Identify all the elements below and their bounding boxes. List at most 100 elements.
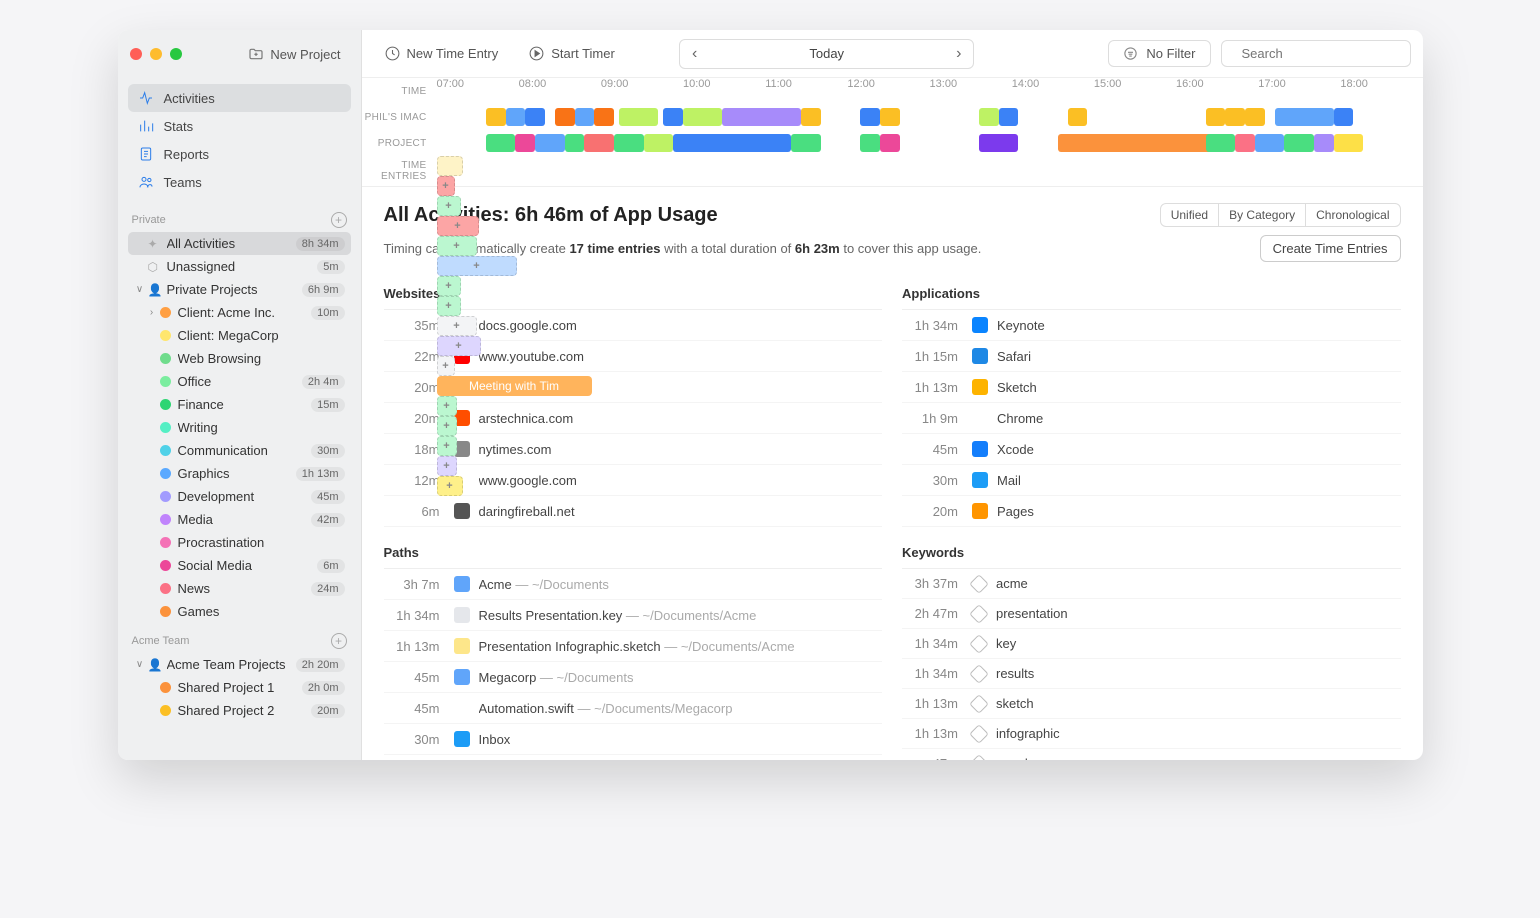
timeline-segment[interactable] (860, 108, 880, 126)
list-row[interactable]: 47mgoogle (902, 749, 1401, 760)
timeline-segment[interactable] (791, 134, 821, 152)
search-input[interactable] (1242, 46, 1418, 61)
timeline-segment[interactable] (1225, 108, 1245, 126)
close-button[interactable] (130, 48, 142, 60)
time-entry-suggestion[interactable]: + (437, 256, 517, 276)
timeline-segment[interactable] (1206, 108, 1226, 126)
project-item[interactable]: ›Client: Acme Inc.10m (128, 301, 351, 324)
timeline-segment[interactable] (535, 134, 565, 152)
nav-stats[interactable]: Stats (128, 112, 351, 140)
time-entry-suggestion[interactable]: + (437, 336, 481, 356)
seg-unified[interactable]: Unified (1161, 204, 1219, 226)
project-item[interactable]: Social Media6m (128, 554, 351, 577)
timeline-segment[interactable] (594, 108, 614, 126)
list-row[interactable]: 3h 7mAcme — ~/Documents (384, 569, 883, 600)
project-item[interactable]: Games (128, 600, 351, 623)
list-row[interactable]: 3h 37macme (902, 569, 1401, 599)
project-item[interactable]: ∨👤Acme Team Projects2h 20m (128, 653, 351, 676)
timeline-segment[interactable] (506, 108, 526, 126)
project-item[interactable]: ⬡Unassigned5m (128, 255, 351, 278)
list-row[interactable]: 20mPages (902, 496, 1401, 527)
time-entry-suggestion[interactable]: + (437, 396, 457, 416)
timeline-segment[interactable] (722, 108, 801, 126)
timeline-segment[interactable] (1058, 134, 1216, 152)
timeline-segment[interactable] (486, 134, 516, 152)
minimize-button[interactable] (150, 48, 162, 60)
nav-reports[interactable]: Reports (128, 140, 351, 168)
timeline-segment[interactable] (1245, 108, 1265, 126)
nav-activities[interactable]: Activities (128, 84, 351, 112)
search-box[interactable] (1221, 40, 1411, 67)
time-entry-suggestion[interactable]: + (437, 276, 461, 296)
timeline-segment[interactable] (1206, 134, 1236, 152)
time-entry-meeting[interactable]: Meeting with Tim (437, 376, 592, 396)
timeline-segment[interactable] (683, 108, 722, 126)
list-row[interactable]: 45mMegacorp — ~/Documents (384, 662, 883, 693)
date-next-button[interactable]: › (944, 40, 973, 68)
date-prev-button[interactable]: ‹ (680, 40, 709, 68)
list-row[interactable]: 2h 47mpresentation (902, 599, 1401, 629)
list-row[interactable]: 30mjohn@acme.com — Inbox (384, 755, 883, 760)
timeline-segment[interactable] (525, 108, 545, 126)
list-row[interactable]: 1h 34mresults (902, 659, 1401, 689)
project-item[interactable]: Client: MegaCorp (128, 324, 351, 347)
project-item[interactable]: Development45m (128, 485, 351, 508)
project-item[interactable]: Writing (128, 416, 351, 439)
time-entry-suggestion[interactable]: + (437, 356, 455, 376)
timeline-segment[interactable] (1255, 134, 1285, 152)
list-row[interactable]: 18mnytimes.com (384, 434, 883, 465)
list-row[interactable]: 30mInbox (384, 724, 883, 755)
project-item[interactable]: ∨👤Private Projects6h 9m (128, 278, 351, 301)
project-item[interactable]: ✦All Activities8h 34m (128, 232, 351, 255)
maximize-button[interactable] (170, 48, 182, 60)
timeline-segment[interactable] (880, 134, 900, 152)
timeline-segment[interactable] (565, 134, 585, 152)
time-entry-suggestion[interactable]: + (437, 296, 461, 316)
list-row[interactable]: 1h 13mPresentation Infographic.sketch — … (384, 631, 883, 662)
time-entry-suggestion[interactable]: + (437, 456, 457, 476)
list-row[interactable]: 1h 13minfographic (902, 719, 1401, 749)
timeline-segment[interactable] (1334, 108, 1354, 126)
timeline-segment[interactable] (1314, 134, 1334, 152)
new-project-button[interactable]: New Project (240, 42, 348, 66)
list-row[interactable]: 1h 13msketch (902, 689, 1401, 719)
list-row[interactable]: 1h 13mSketch (902, 372, 1401, 403)
project-item[interactable]: Procrastination (128, 531, 351, 554)
time-entry-suggestion[interactable]: + (437, 476, 463, 496)
timeline-segment[interactable] (979, 134, 1018, 152)
new-time-entry-button[interactable]: New Time Entry (374, 40, 509, 67)
filter-button[interactable]: No Filter (1108, 40, 1210, 67)
timeline-segment[interactable] (486, 108, 506, 126)
list-row[interactable]: 30mMail (902, 465, 1401, 496)
list-row[interactable]: 45mAutomation.swift — ~/Documents/Megaco… (384, 693, 883, 724)
create-time-entries-button[interactable]: Create Time Entries (1260, 235, 1401, 262)
timeline-segment[interactable] (801, 108, 821, 126)
timeline-segment[interactable] (1284, 134, 1314, 152)
timeline-segment[interactable] (999, 108, 1019, 126)
project-track[interactable] (437, 130, 1423, 156)
timeline-segment[interactable] (860, 134, 880, 152)
time-entry-suggestion[interactable]: + (437, 216, 479, 236)
timeline-segment[interactable] (1235, 134, 1255, 152)
timeline-segment[interactable] (663, 108, 683, 126)
add-private-button[interactable]: + (331, 212, 347, 228)
timeline-segment[interactable] (673, 134, 791, 152)
project-item[interactable]: Shared Project 12h 0m (128, 676, 351, 699)
list-row[interactable]: 1h 9mChrome (902, 403, 1401, 434)
timeline-segment[interactable] (880, 108, 900, 126)
timeline-segment[interactable] (575, 108, 595, 126)
date-label[interactable]: Today (709, 41, 944, 66)
time-entry-suggestion[interactable] (437, 156, 463, 176)
timeline-segment[interactable] (1334, 134, 1364, 152)
seg-chronological[interactable]: Chronological (1306, 204, 1399, 226)
timeline-segment[interactable] (979, 108, 999, 126)
time-entry-suggestion[interactable]: + (437, 236, 477, 256)
timeline-segment[interactable] (555, 108, 575, 126)
list-row[interactable]: 20marstechnica.com (384, 403, 883, 434)
project-item[interactable]: Communication30m (128, 439, 351, 462)
nav-teams[interactable]: Teams (128, 168, 351, 196)
list-row[interactable]: 1h 34mResults Presentation.key — ~/Docum… (384, 600, 883, 631)
list-row[interactable]: 1h 15mSafari (902, 341, 1401, 372)
seg-by-category[interactable]: By Category (1219, 204, 1306, 226)
project-item[interactable]: Media42m (128, 508, 351, 531)
